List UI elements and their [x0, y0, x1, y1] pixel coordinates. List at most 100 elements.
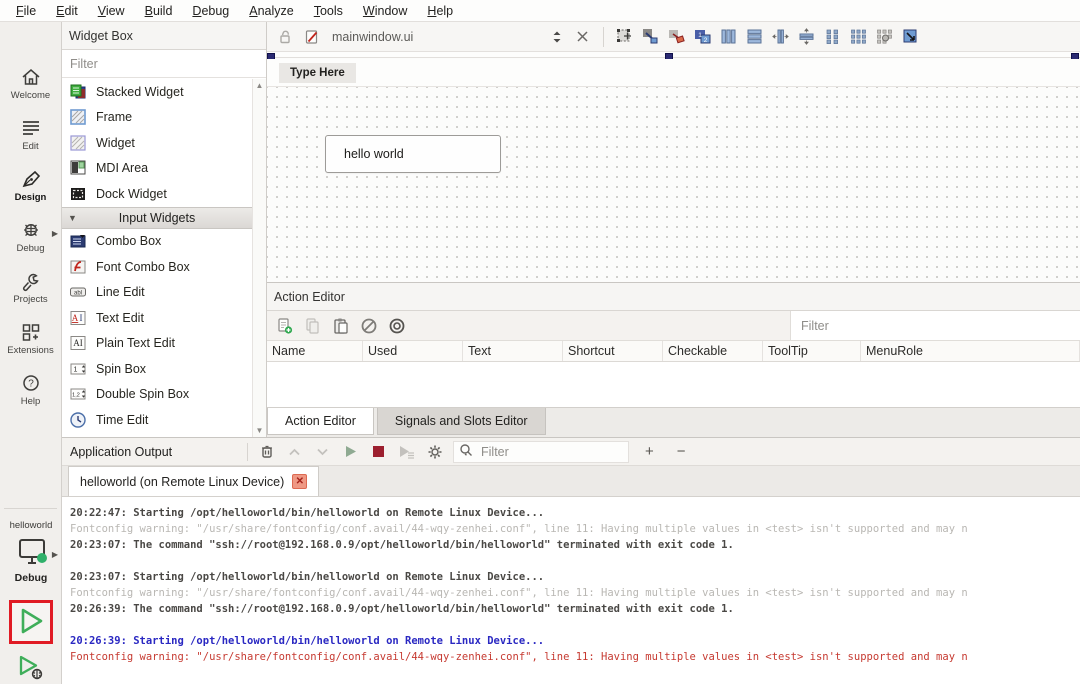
menu-view[interactable]: View: [88, 2, 135, 20]
document-stepper-icon[interactable]: [547, 27, 566, 46]
menu-file[interactable]: File: [6, 2, 46, 20]
hello-world-push-button[interactable]: hello world: [325, 135, 501, 173]
action-editor-filter-input[interactable]: [791, 318, 1080, 333]
edit-widgets-icon[interactable]: [615, 27, 634, 46]
widget-item-mdi-area[interactable]: MDI Area: [62, 156, 266, 182]
column-shortcut[interactable]: Shortcut: [563, 341, 663, 361]
menu-analyze[interactable]: Analyze: [239, 2, 303, 20]
mode-extensions[interactable]: Extensions: [0, 313, 61, 363]
mode-debug[interactable]: Debug ▶: [0, 211, 61, 261]
mode-projects[interactable]: Projects: [0, 262, 61, 312]
output-tab-helloworld[interactable]: helloworld (on Remote Linux Device) ✕: [68, 466, 320, 496]
widget-category-input-widgets[interactable]: ▼ Input Widgets: [62, 206, 252, 229]
layout-horizontal-icon[interactable]: [719, 27, 738, 46]
widget-item-stacked-widget[interactable]: Stacked Widget: [62, 79, 266, 105]
help-icon: ?: [19, 372, 43, 394]
widget-item-dock-widget[interactable]: Dock Widget: [62, 181, 266, 207]
kit-device-button[interactable]: [13, 536, 53, 572]
zoom-in-button[interactable]: +: [638, 443, 661, 460]
output-filter-input[interactable]: [477, 444, 628, 459]
clear-output-icon[interactable]: [257, 442, 276, 461]
configure-actions-icon[interactable]: [387, 316, 406, 335]
scroll-up-icon[interactable]: ▲: [256, 81, 264, 90]
widget-item-widget[interactable]: Widget: [62, 130, 266, 156]
debug-play-bug-icon: [16, 654, 46, 685]
zoom-out-button[interactable]: −: [670, 443, 693, 460]
widget-item-combo-box[interactable]: Combo Box: [62, 229, 266, 255]
stop-icon[interactable]: [369, 442, 388, 461]
prev-item-icon[interactable]: [285, 442, 304, 461]
widget-item-time-edit[interactable]: Time Edit: [62, 407, 266, 433]
svg-text:abl: abl: [74, 291, 82, 297]
widget-box-scrollbar[interactable]: ▲ ▼: [252, 79, 266, 437]
run-play-icon: [17, 606, 45, 639]
menu-build[interactable]: Build: [135, 2, 183, 20]
layout-grid-icon[interactable]: [849, 27, 868, 46]
widget-box-filter-input[interactable]: [62, 56, 266, 71]
column-name[interactable]: Name: [267, 341, 363, 361]
document-title[interactable]: mainwindow.ui: [328, 30, 540, 44]
combo-box-icon: [69, 232, 87, 250]
layout-vertical-icon[interactable]: [745, 27, 764, 46]
menu-window[interactable]: Window: [353, 2, 417, 20]
stacked-widget-icon: [69, 83, 87, 101]
console-line: 20:26:39: Starting /opt/helloworld/bin/h…: [70, 635, 545, 647]
edit-signals-slots-icon[interactable]: [641, 27, 660, 46]
next-item-icon[interactable]: [313, 442, 332, 461]
widget-item-line-edit[interactable]: abl Line Edit: [62, 280, 266, 306]
mode-design[interactable]: Design: [0, 160, 61, 210]
close-document-icon[interactable]: [573, 27, 592, 46]
tab-signals-slots-editor[interactable]: Signals and Slots Editor: [376, 408, 546, 435]
layout-horizontal-splitter-icon[interactable]: [771, 27, 790, 46]
kit-submenu-arrow[interactable]: ▶: [52, 550, 58, 559]
adjust-size-icon[interactable]: [901, 27, 920, 46]
bottom-editor-tabs: Action Editor Signals and Slots Editor: [267, 407, 1080, 439]
tab-action-editor[interactable]: Action Editor: [267, 408, 374, 435]
menu-help[interactable]: Help: [417, 2, 463, 20]
edit-buddies-icon[interactable]: [667, 27, 686, 46]
unlock-icon[interactable]: [276, 27, 295, 46]
widget-item-frame[interactable]: Frame: [62, 105, 266, 131]
debug-run-button[interactable]: [14, 652, 48, 686]
widget-item-text-edit[interactable]: AI Text Edit: [62, 305, 266, 331]
output-settings-icon[interactable]: [425, 442, 444, 461]
console-log[interactable]: 20:22:47: Starting /opt/helloworld/bin/h…: [62, 498, 1080, 684]
paste-action-icon[interactable]: [331, 316, 350, 335]
column-text[interactable]: Text: [463, 341, 563, 361]
new-action-icon[interactable]: [275, 316, 294, 335]
widget-item-plain-text-edit[interactable]: AI Plain Text Edit: [62, 331, 266, 357]
menu-debug[interactable]: Debug: [182, 2, 239, 20]
menu-edit[interactable]: Edit: [46, 2, 88, 20]
rerun-icon[interactable]: [397, 442, 416, 461]
file-modified-icon[interactable]: [302, 27, 321, 46]
menu-type-here-placeholder[interactable]: Type Here: [279, 62, 356, 83]
run-button[interactable]: [9, 600, 53, 644]
debug-submenu-arrow[interactable]: ▶: [52, 229, 58, 238]
run-project-icon[interactable]: [341, 442, 360, 461]
column-used[interactable]: Used: [363, 341, 463, 361]
mode-edit[interactable]: Edit: [0, 109, 61, 159]
column-tooltip[interactable]: ToolTip: [763, 341, 861, 361]
edit-tab-order-icon[interactable]: 12: [693, 27, 712, 46]
menu-tools[interactable]: Tools: [304, 2, 353, 20]
scroll-down-icon[interactable]: ▼: [256, 426, 264, 435]
output-panel-title[interactable]: Application Output: [70, 445, 238, 459]
widget-item-font-combo-box[interactable]: Font Combo Box: [62, 254, 266, 280]
layout-form-icon[interactable]: [823, 27, 842, 46]
column-menurole[interactable]: MenuRole: [861, 341, 1080, 361]
delete-action-icon[interactable]: [359, 316, 378, 335]
form-canvas[interactable]: hello world: [267, 87, 1080, 282]
mode-help[interactable]: ? Help: [0, 364, 61, 414]
tab-close-icon[interactable]: ✕: [292, 474, 308, 489]
column-checkable[interactable]: Checkable: [663, 341, 763, 361]
action-table-body[interactable]: [267, 362, 1080, 407]
widget-item-double-spin-box[interactable]: 1,2 Double Spin Box: [62, 382, 266, 408]
copy-action-icon[interactable]: [303, 316, 322, 335]
mode-welcome[interactable]: Welcome: [0, 58, 61, 108]
layout-vertical-splitter-icon[interactable]: [797, 27, 816, 46]
break-layout-icon[interactable]: [875, 27, 894, 46]
output-filter: [453, 440, 629, 463]
svg-text:1,2: 1,2: [72, 393, 80, 399]
widget-box-panel: Widget Box Stacked Widget Frame Widget M…: [62, 22, 267, 437]
widget-item-spin-box[interactable]: 1 Spin Box: [62, 356, 266, 382]
